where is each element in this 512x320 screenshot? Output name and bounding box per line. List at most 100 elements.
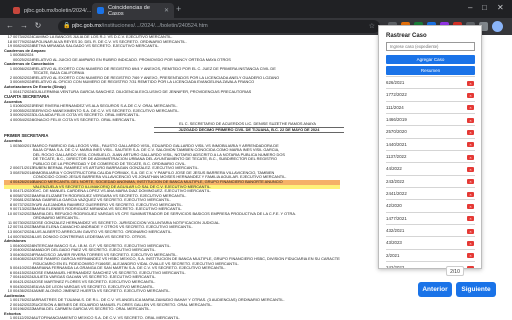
case-number: 10 — [7, 289, 12, 294]
extension-favicon-icon — [97, 7, 104, 14]
tracked-case-item[interactable]: 1440/2021 × — [386, 137, 475, 150]
case-file-id: 00824/2024 — [13, 44, 34, 49]
tracked-case-item[interactable]: 44/2022 × — [386, 162, 475, 174]
close-tab-icon[interactable]: ✕ — [164, 7, 169, 14]
tracked-case-label: 1772/2022 — [386, 92, 407, 98]
case-description: GUILLERMINA VENTURA GARCIA SANCHEZ. DILI… — [33, 89, 252, 94]
case-number: 3 — [9, 307, 12, 312]
lock-icon: 🔒 — [63, 23, 71, 29]
case-number: 14 — [7, 234, 12, 239]
new-tab-icon[interactable]: + — [176, 3, 181, 15]
forward-icon[interactable]: → — [19, 21, 29, 31]
delete-case-icon[interactable]: × — [467, 265, 474, 268]
case-file-id: 00025/2024 — [13, 57, 34, 62]
tracked-case-item[interactable]: 1137/2022 × — [386, 150, 475, 162]
delete-case-icon[interactable]: × — [467, 154, 474, 160]
delete-case-icon[interactable]: × — [467, 92, 474, 98]
case-row: 1 00112/2024 AUTOFINANCIAMIENTO MEXICO S.A… — [4, 316, 340, 320]
tracked-case-item[interactable]: 1477/2021 × — [386, 211, 475, 224]
tracked-case-item[interactable]: 42/2020 × — [386, 199, 475, 211]
delete-case-icon[interactable]: × — [467, 240, 474, 246]
tracked-case-item[interactable]: 1772/2022 × — [386, 88, 475, 100]
case-description: LUIS DONIGO CONTRERAS LEDESMA VS SECRETO… — [33, 234, 147, 239]
case-description: AUTOFINANCIAMIENTO MEXICO S.A. DE C.V. V… — [33, 316, 180, 320]
tracked-case-label: 44/2022 — [386, 166, 402, 172]
case-number: 19 — [7, 44, 12, 49]
case-number: 1 — [9, 89, 12, 94]
tracked-case-item[interactable]: 243/2022 × — [386, 174, 475, 187]
reload-icon[interactable]: ↻ — [33, 21, 43, 31]
case-file-id: 00078/2024 — [13, 234, 34, 239]
case-input[interactable] — [386, 42, 475, 51]
add-case-button[interactable]: Agregar Caso — [386, 55, 475, 64]
url-host: pjbc.gob.mx — [72, 23, 102, 29]
delete-case-icon[interactable]: × — [467, 203, 474, 209]
delete-case-icon[interactable]: × — [467, 142, 474, 148]
minimize-window-icon[interactable]: – — [468, 2, 472, 14]
bulletin-document: 17 00734/2024 CAMINO LA BANCOS JULIA DE LO… — [4, 35, 344, 320]
tracked-case-label: 242/2022 — [386, 265, 405, 269]
close-window-icon[interactable]: ✕ — [497, 2, 504, 14]
tab-title: pjbc.gob.mx/boletin/2024/... — [24, 7, 92, 14]
url-path: /instituciones/.../2024/.../boletin/2405… — [101, 23, 208, 29]
browser-tab-strip: pjbc.gob.mx/boletin/2024/... Coincidenci… — [0, 0, 512, 18]
delete-case-icon[interactable]: × — [467, 117, 474, 123]
delete-case-icon[interactable]: × — [467, 179, 474, 185]
maximize-window-icon[interactable]: □ — [482, 2, 487, 14]
panel-title: Rastrear Caso — [386, 33, 427, 39]
tracked-case-item[interactable]: 432/2021 × — [386, 224, 475, 236]
tracked-case-label: 2570/2020 — [386, 129, 407, 135]
delete-case-icon[interactable]: × — [467, 228, 474, 234]
case-description: JAIME ALONSO JIMENEZ HUERTA VS SECRETO. … — [33, 289, 171, 294]
tracked-case-label: 432/2021 — [386, 228, 405, 234]
case-description: IGNACIO FELIX COTA VS SECRETO. ORAL MERC… — [33, 117, 137, 122]
case-file-id: 00196/2022 — [13, 307, 34, 312]
tracked-case-label: 43/2023 — [386, 240, 402, 246]
case-file-id: 00054/2024 — [13, 117, 34, 122]
tracked-case-item[interactable]: 2441/2022 × — [386, 187, 475, 199]
tracked-case-label: 626/2021 — [386, 80, 405, 85]
tab-title: Coincidencias de Casos — [108, 4, 150, 17]
back-icon[interactable]: ← — [5, 21, 15, 31]
delete-case-icon[interactable]: × — [467, 253, 474, 259]
delete-case-icon[interactable]: × — [467, 105, 474, 111]
bookmark-star-icon[interactable]: ☆ — [369, 20, 375, 33]
tracked-case-label: 2441/2022 — [386, 191, 407, 197]
next-button[interactable]: Siguiente — [456, 282, 496, 297]
case-number — [4, 58, 13, 63]
browser-tab-coincidencias[interactable]: Coincidencias de Casos ✕ — [92, 3, 174, 18]
previous-button[interactable]: Anterior — [418, 282, 452, 297]
case-row: 14 00078/2024 LUIS DONIGO CONTRERAS LEDESM… — [4, 235, 340, 240]
tracked-case-item[interactable]: 2/2021 × — [386, 248, 475, 261]
case-file-id: 00436/2024 — [13, 289, 34, 294]
case-number: 3 — [9, 80, 12, 85]
delete-case-icon[interactable]: × — [467, 191, 474, 197]
tracked-case-label: 42/2020 — [386, 203, 402, 209]
delete-case-icon[interactable]: × — [467, 216, 474, 222]
case-row: 19 00824/2024 BETHA MIRANDA SALGADO VS SEC… — [4, 44, 340, 49]
site-favicon-icon — [13, 7, 20, 14]
browser-tab-boletin[interactable]: pjbc.gob.mx/boletin/2024/... — [8, 3, 92, 18]
case-description: BETHA MIRANDA SALGADO VS SECRETO. EJECUT… — [33, 44, 160, 49]
summary-button[interactable]: Resumen — [386, 66, 475, 75]
tracked-case-item[interactable]: 2570/2020 × — [386, 125, 475, 137]
profile-avatar[interactable] — [492, 21, 503, 32]
delete-case-icon[interactable]: × — [467, 80, 474, 86]
tracked-case-label: 1440/2021 — [386, 141, 407, 147]
case-row: 1 00417/2024 GUILLERMINA VENTURA GARCIA SA… — [4, 90, 340, 95]
court-header: JUZGADO DECIMO PRIMERO CIVIL DE TIJUANA,… — [154, 126, 344, 134]
case-description: MARIA DEL CARMEN GARCIA VS SECRETO. ORAL… — [33, 307, 151, 312]
tracked-case-label: 1477/2021 — [386, 215, 407, 221]
tracked-case-item[interactable]: 43/2023 × — [386, 236, 475, 248]
case-number: 4 — [9, 117, 12, 122]
tracked-case-item[interactable]: 1466/2019 × — [386, 113, 475, 125]
tracked-case-item[interactable]: 111/2024 × — [386, 100, 475, 113]
tracked-case-label: 111/2024 — [386, 104, 404, 110]
case-description: RELATIVO AL OFICIO CON NUMERO DE REGISTR… — [33, 80, 255, 85]
match-counter: 2/10 — [446, 266, 464, 276]
tracked-case-item[interactable]: 626/2021 × — [386, 76, 475, 88]
delete-case-icon[interactable]: × — [467, 166, 474, 172]
address-bar[interactable]: 🔒 pjbc.gob.mx/instituciones/.../2024/...… — [58, 20, 380, 33]
delete-case-icon[interactable]: × — [467, 129, 474, 135]
tracked-case-label: 2/2021 — [386, 252, 400, 258]
